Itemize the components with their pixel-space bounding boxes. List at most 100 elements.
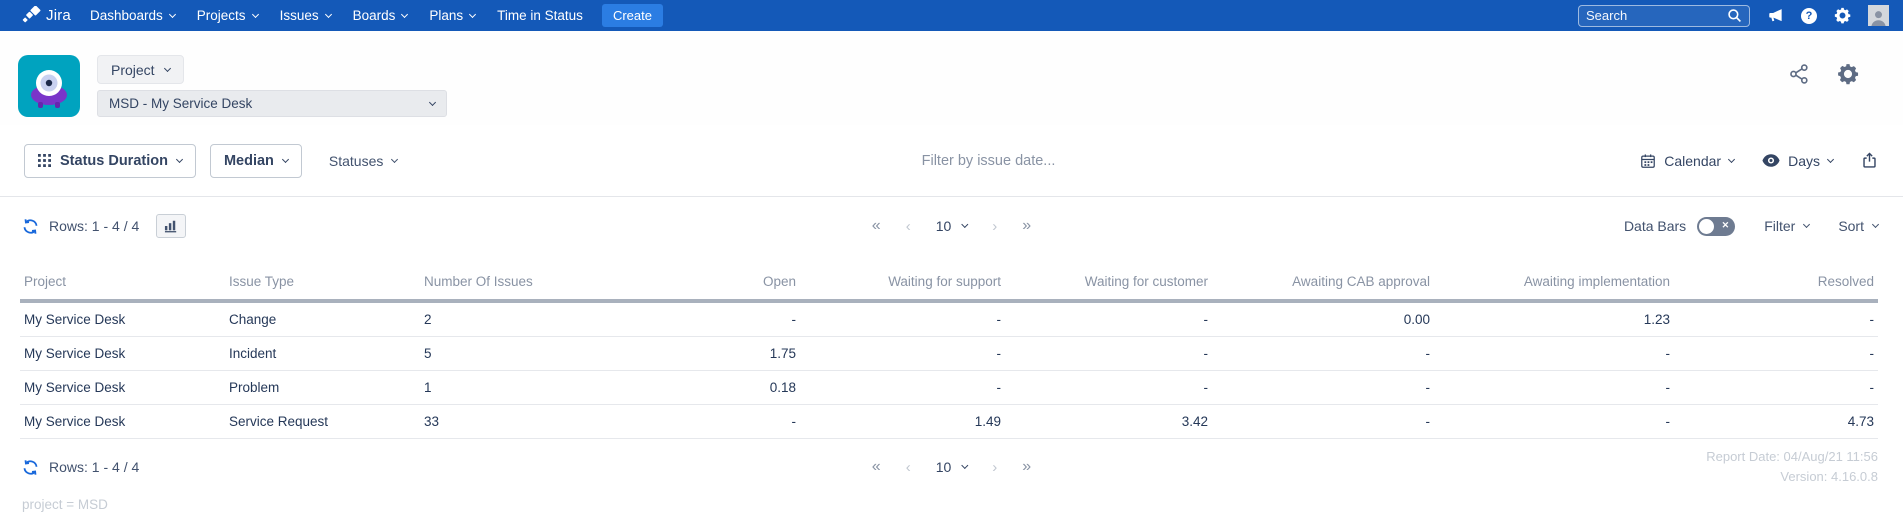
- nav-item-time-in-status[interactable]: Time in Status: [486, 0, 594, 31]
- issue-date-filter-input[interactable]: [823, 152, 1154, 169]
- table-cell: Incident: [225, 336, 420, 371]
- time-unit-dropdown[interactable]: Days: [1762, 153, 1835, 169]
- column-header-open[interactable]: Open: [620, 268, 800, 303]
- metric-button[interactable]: Median: [209, 143, 302, 178]
- calendar-dropdown[interactable]: Calendar: [1640, 153, 1736, 169]
- table-cell: 33: [420, 404, 620, 439]
- chevron-down-icon: [1871, 220, 1880, 229]
- first-page-button[interactable]: «: [872, 217, 881, 235]
- table-cell: 0.00: [1212, 301, 1434, 337]
- table-cell: My Service Desk: [20, 336, 225, 371]
- search-icon: [1727, 8, 1742, 23]
- announcement-icon[interactable]: [1767, 7, 1784, 24]
- table-cell: Problem: [225, 370, 420, 405]
- column-header-issue-type[interactable]: Issue Type: [225, 268, 420, 303]
- table-controls: Rows: 1 - 4 / 4 « ‹ 10 › » Data Bars ✕ F…: [0, 197, 1903, 255]
- chevron-down-icon: [961, 461, 969, 470]
- chevron-down-icon: [163, 64, 171, 72]
- table-cell: 5: [420, 336, 620, 371]
- previous-page-button[interactable]: ‹: [906, 218, 911, 235]
- export-icon[interactable]: [1861, 152, 1878, 169]
- refresh-icon[interactable]: [22, 218, 39, 235]
- header-action-icons: [1788, 63, 1859, 85]
- table-cell: 1.49: [800, 404, 1005, 439]
- table-cell: -: [1212, 336, 1434, 371]
- user-avatar[interactable]: [1868, 5, 1889, 26]
- nav-right-cluster: ?: [1578, 4, 1889, 27]
- column-header-waiting-for-support[interactable]: Waiting for support: [800, 268, 1005, 303]
- table-row: My Service Desk Incident 5 1.75- - - - -: [20, 336, 1878, 371]
- table-cell: My Service Desk: [20, 404, 225, 439]
- chevron-down-icon: [469, 10, 477, 18]
- create-button[interactable]: Create: [601, 4, 663, 27]
- nav-item-issues[interactable]: Issues: [269, 0, 342, 31]
- chevron-down-icon: [324, 10, 332, 18]
- column-header-waiting-for-customer[interactable]: Waiting for customer: [1005, 268, 1212, 303]
- grid-icon: [38, 154, 51, 167]
- jql-query-text: project = MSD: [22, 497, 108, 512]
- previous-page-button[interactable]: ‹: [906, 459, 911, 476]
- project-scope-controls: Project MSD - My Service Desk: [97, 55, 447, 117]
- scope-selector-button[interactable]: Project: [97, 55, 184, 84]
- search-input[interactable]: [1586, 8, 1727, 23]
- table-cell: -: [1434, 336, 1674, 371]
- gear-icon[interactable]: [1834, 7, 1851, 24]
- table-cell: My Service Desk: [20, 301, 225, 337]
- next-page-button[interactable]: ›: [992, 218, 997, 235]
- calendar-icon: [1640, 153, 1656, 169]
- rows-summary: Rows: 1 - 4 / 4: [22, 214, 187, 238]
- first-page-button[interactable]: «: [872, 458, 881, 476]
- jira-logo[interactable]: Jira: [14, 6, 79, 25]
- table-cell: -: [1005, 301, 1212, 337]
- chevron-down-icon: [175, 155, 183, 163]
- column-header-awaiting-cab-approval[interactable]: Awaiting CAB approval: [1212, 268, 1434, 303]
- table-row: My Service Desk Change 2- - -0.00 1.23-: [20, 301, 1878, 337]
- chart-view-button[interactable]: [156, 214, 187, 238]
- last-page-button[interactable]: »: [1022, 217, 1031, 235]
- nav-item-dashboards[interactable]: Dashboards: [79, 0, 186, 31]
- toolbar-right-cluster: Calendar Days: [1640, 152, 1878, 169]
- rows-summary-bottom: Rows: 1 - 4 / 4: [22, 459, 139, 476]
- table-cell: -: [1212, 404, 1434, 439]
- rows-count-label: Rows: 1 - 4 / 4: [49, 459, 140, 475]
- column-header-awaiting-implementation[interactable]: Awaiting implementation: [1434, 268, 1674, 303]
- report-meta: Report Date: 04/Aug/21 11:56 Version: 4.…: [1706, 447, 1878, 487]
- table-cell: 2: [420, 301, 620, 337]
- table-cell: 3.42: [1005, 404, 1212, 439]
- table-cell: -: [800, 301, 1005, 337]
- table-cell: -: [1212, 370, 1434, 405]
- table-options: Data Bars ✕ Filter Sort: [1624, 216, 1880, 236]
- table-cell: -: [620, 404, 800, 439]
- table-cell: -: [1674, 336, 1878, 371]
- table-footer: Rows: 1 - 4 / 4 « ‹ 10 › » Report Date: …: [0, 439, 1903, 495]
- settings-gear-icon[interactable]: [1837, 63, 1859, 85]
- chevron-down-icon: [961, 220, 969, 229]
- refresh-icon[interactable]: [22, 459, 39, 476]
- nav-item-boards[interactable]: Boards: [342, 0, 419, 31]
- filter-dropdown[interactable]: Filter: [1764, 218, 1811, 234]
- table-cell: Change: [225, 301, 420, 337]
- share-icon[interactable]: [1788, 63, 1810, 85]
- next-page-button[interactable]: ›: [992, 459, 997, 476]
- table-row: My Service Desk Service Request 33-1.49 3.4…: [20, 404, 1878, 439]
- page-size-select[interactable]: 10: [936, 218, 969, 234]
- jira-logo-text: Jira: [46, 7, 71, 24]
- nav-item-projects[interactable]: Projects: [186, 0, 269, 31]
- last-page-button[interactable]: »: [1022, 458, 1031, 476]
- nav-item-plans[interactable]: Plans: [418, 0, 486, 31]
- report-type-button[interactable]: Status Duration: [24, 143, 196, 178]
- help-icon[interactable]: ?: [1801, 7, 1817, 24]
- sort-dropdown[interactable]: Sort: [1838, 218, 1880, 234]
- column-header-number-of-issues[interactable]: Number Of Issues: [420, 268, 620, 303]
- table-cell: 0.18: [620, 370, 800, 405]
- page-size-select[interactable]: 10: [936, 459, 969, 475]
- table-cell: -: [800, 370, 1005, 405]
- project-select[interactable]: MSD - My Service Desk: [97, 90, 447, 117]
- data-bars-toggle[interactable]: ✕: [1697, 216, 1736, 236]
- column-header-project[interactable]: Project: [20, 268, 225, 303]
- column-header-resolved[interactable]: Resolved: [1674, 268, 1878, 303]
- report-toolbar: Status Duration Median Statuses Filter b…: [0, 125, 1903, 197]
- statuses-dropdown[interactable]: Statuses: [329, 153, 399, 169]
- nav-search-box[interactable]: [1578, 4, 1750, 27]
- table-header-row: Project Issue Type Number Of Issues Open Wai…: [20, 268, 1878, 303]
